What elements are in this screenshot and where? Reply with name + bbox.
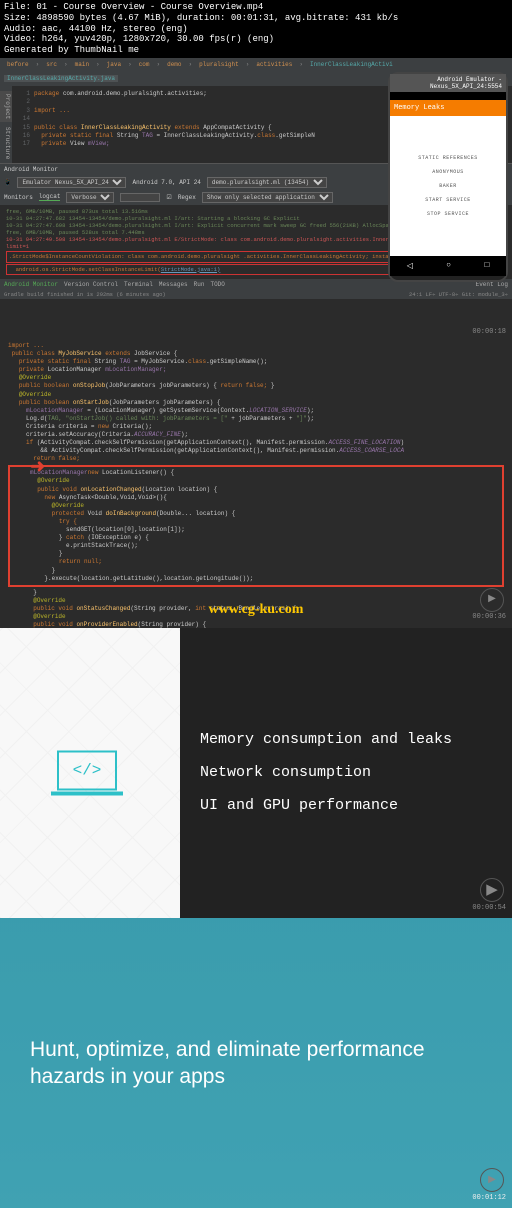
btn-anonymous[interactable]: ANONYMOUS xyxy=(432,169,464,175)
play-icon[interactable]: ▶ xyxy=(480,878,504,902)
btn-static-refs[interactable]: STATIC REFERENCES xyxy=(418,155,478,161)
recent-icon[interactable]: □ xyxy=(484,261,489,270)
play-icon[interactable]: ▶ xyxy=(480,588,504,612)
monitor-title: Android Monitor xyxy=(4,166,58,173)
ide-panel-1: before› src› main› java› com› demo› plur… xyxy=(0,58,512,338)
device-select[interactable]: Emulator Nexus_5X_API_24 xyxy=(17,177,126,188)
crumb-before[interactable]: before xyxy=(4,61,32,68)
timestamp: 00:01:12 xyxy=(472,1194,506,1202)
process-select[interactable]: demo.pluralsight.ml (13454) xyxy=(207,177,327,188)
file-metadata: File: 01 - Course Overview - Course Over… xyxy=(0,0,512,58)
topic-ui-gpu: UI and GPU performance xyxy=(200,797,492,814)
btn-stop-service[interactable]: STOP SERVICE xyxy=(427,211,469,217)
file-tab[interactable]: InnerClassLeakingActivity.java xyxy=(4,75,118,82)
laptop-icon: </> xyxy=(57,750,123,795)
arrow-icon: ➜ xyxy=(30,456,45,480)
btn-start-service[interactable]: START SERVICE xyxy=(425,197,471,203)
home-icon[interactable]: ○ xyxy=(446,261,451,270)
btn-baker[interactable]: BAKER xyxy=(439,183,457,189)
topic-network: Network consumption xyxy=(200,764,492,781)
play-icon[interactable]: ▶ xyxy=(480,1168,504,1192)
ide-panel-2: import ... public class MyJobService ext… xyxy=(0,338,512,628)
breadcrumb: before› src› main› java› com› demo› plur… xyxy=(0,58,512,72)
project-tab[interactable]: Project xyxy=(0,91,12,122)
watermark: www.cg-ku.com xyxy=(209,601,304,620)
slide-tagline: Hunt, optimize, and eliminate performanc… xyxy=(0,918,512,1208)
tool-sidebar: Project Structure xyxy=(0,86,12,163)
topic-memory: Memory consumption and leaks xyxy=(200,731,492,748)
slide-topics: </> Memory consumption and leaks Network… xyxy=(0,628,512,918)
tagline-text: Hunt, optimize, and eliminate performanc… xyxy=(30,1036,482,1091)
app-title: Memory Leaks xyxy=(390,100,506,116)
status-bar: Gradle build finished in 1s 292ms (6 min… xyxy=(0,290,512,299)
android-emulator[interactable]: Android Emulator - Nexus_5X_API_24:5554 … xyxy=(388,72,508,282)
filter-input[interactable] xyxy=(120,193,160,202)
log-level[interactable]: Verbose xyxy=(66,192,114,203)
timestamp: 00:00:54 xyxy=(472,904,506,912)
structure-tab[interactable]: Structure xyxy=(0,124,12,162)
back-icon[interactable]: ◁ xyxy=(407,261,413,271)
timestamp: 00:00:36 xyxy=(472,613,506,622)
app-filter[interactable]: Show only selected application xyxy=(202,192,333,203)
code-highlight-box: mLocationManagernew LocationListener() {… xyxy=(8,465,504,586)
timestamp: 00:00:18 xyxy=(472,328,506,336)
android-nav: ◁ ○ □ xyxy=(390,256,506,276)
